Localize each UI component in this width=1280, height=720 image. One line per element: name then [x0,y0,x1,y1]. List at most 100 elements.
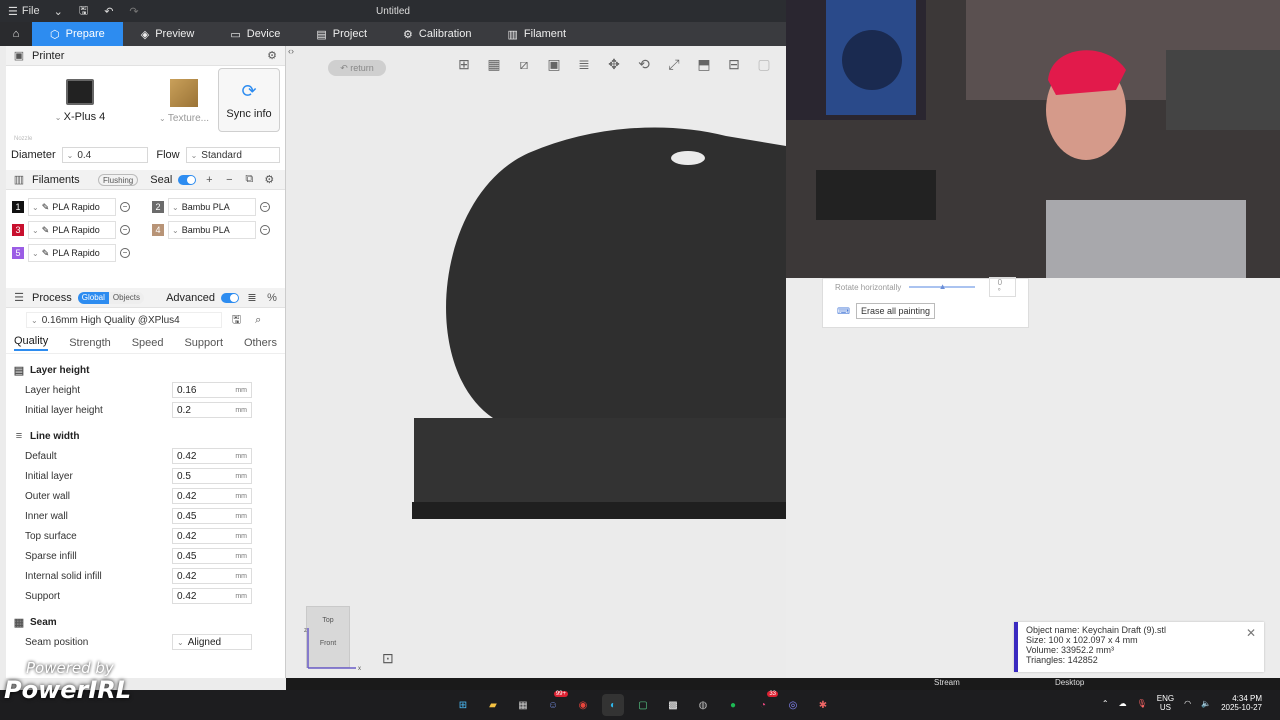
param-input[interactable]: 0.16 mm [172,382,252,398]
param-input[interactable]: 0.5 mm [172,468,252,484]
param-input[interactable]: 0.45 mm [172,548,252,564]
plate-selector[interactable]: ⌄ Texture... [156,68,212,134]
zoom-fit-icon[interactable]: ⊡ [382,650,394,667]
view-cube-top[interactable]: Top [307,617,349,624]
tab-support[interactable]: Support [184,337,223,349]
remove-icon[interactable]: − [120,248,130,258]
param-input[interactable]: 0.42 mm [172,448,252,464]
tab-quality[interactable]: Quality [14,335,49,351]
chrome-icon[interactable]: ◉ [572,694,594,716]
steam-icon[interactable]: ◍ [692,694,714,716]
undo-button[interactable]: ↶ [96,5,121,18]
sync-info-button[interactable]: ⟳ Sync info [218,68,280,132]
chevron-up-icon[interactable]: ⌃ [1102,699,1109,708]
tab-device[interactable]: ▭ Device [212,22,298,46]
param-row: Top surface 0.42 mm [6,526,285,546]
filament-select[interactable]: ⌄ Bambu PLA [168,198,256,216]
global-option[interactable]: Global [77,291,109,304]
scope-toggle[interactable]: Global Objects [77,291,144,304]
clock-date: 2025-10-27 [1221,703,1262,712]
filament-slot-2[interactable]: 2 ⌄ Bambu PLA − [152,198,270,216]
flow-select[interactable]: ⌄ Standard [185,147,280,163]
save-button[interactable]: 🖫 [71,2,96,21]
store-icon[interactable]: ▦ [512,694,534,716]
param-input[interactable]: 0.42 mm [172,568,252,584]
app-icon[interactable]: ▢ [632,694,654,716]
filament-select[interactable]: ⌄ ✎ PLA Rapido [28,244,116,262]
flushing-button[interactable]: Flushing [98,173,139,186]
remove-icon[interactable]: − [260,225,270,235]
erase-all-painting-button[interactable]: Erase all painting [856,303,936,319]
add-filament-icon[interactable]: + [202,173,216,187]
bambu-studio-icon[interactable]: ◎ [782,694,804,716]
printer-selector[interactable]: ⌄ X-Plus 4 [10,68,150,134]
rotate-value-input[interactable]: 0 ° [988,277,1016,297]
advanced-toggle[interactable] [221,292,239,303]
filaments-section-header: ▥ Filaments Flushing Seal + − ⧉ ⚙ [6,170,285,190]
redo-button[interactable]: ↷ [121,5,146,18]
windows-start-icon[interactable]: ⊞ [452,694,474,716]
speaker-icon[interactable]: 🔈 [1201,699,1211,708]
home-button[interactable]: ⌂ [0,22,32,46]
webcam-image [786,0,1280,278]
tab-speed[interactable]: Speed [132,337,164,349]
param-input[interactable]: 0.42 mm [172,528,252,544]
tab-prepare[interactable]: ⬡ Prepare [32,22,123,46]
spotify-icon[interactable]: ● [722,694,744,716]
filament-select[interactable]: ⌄ ✎ PLA Rapido [28,221,116,239]
seal-toggle[interactable] [178,174,197,185]
param-input[interactable]: 0.42 mm [172,588,252,604]
param-unit: mm [235,552,247,560]
objects-option[interactable]: Objects [108,291,144,304]
tab-others[interactable]: Others [244,337,277,349]
wifi-icon[interactable]: ◠ [1184,699,1191,708]
microphone-icon[interactable]: 🎙 [1137,699,1147,708]
param-input[interactable]: 0.2 mm [172,402,252,418]
remove-icon[interactable]: − [260,202,270,212]
rotate-slider[interactable]: ▲ [908,282,975,291]
filament-select[interactable]: ⌄ ✎ PLA Rapido [28,198,116,216]
seam-position-select[interactable]: ⌄ Aligned [172,634,252,650]
tab-preview[interactable]: ◈ Preview [123,22,213,46]
3d-viewport[interactable]: ‹› ↶ return ⊞ ▦ ⧄ ▣ ≣ ✥ ⟲ ⤢ ⬒ ⊟ ▢ Top Fr… [286,46,786,678]
clock[interactable]: 4:34 PM 2025-10-27 [1221,694,1262,712]
search-icon[interactable]: ⌕ [251,313,265,327]
remove-filament-icon[interactable]: − [222,173,236,187]
bg-app-icon[interactable]: ▩ [662,694,684,716]
save-preset-icon[interactable]: 🖫 [230,313,244,327]
list-icon[interactable]: ≣ [245,291,259,305]
model-object[interactable] [286,46,786,678]
filament-slot-4[interactable]: 4 ⌄ Bambu PLA − [152,221,270,239]
edge-icon[interactable]: ◐ [602,694,624,716]
gear-icon[interactable]: ⚙ [262,173,276,187]
param-row: Internal solid infill 0.42 mm [6,566,285,586]
language-indicator[interactable]: ENG US [1157,694,1174,712]
ams-icon[interactable]: ⧉ [242,173,256,187]
filament-slot-3[interactable]: 3 ⌄ ✎ PLA Rapido − [12,221,130,239]
process-preset-select[interactable]: ⌄ 0.16mm High Quality @XPlus4 [26,312,222,328]
compare-icon[interactable]: % [265,291,279,305]
tab-filament[interactable]: ▥ Filament [490,22,585,46]
messenger-icon[interactable]: ◔ 33 [752,691,778,716]
tab-project[interactable]: ▤ Project [298,22,385,46]
filament-select[interactable]: ⌄ Bambu PLA [168,221,256,239]
param-unit: mm [235,592,247,600]
object-size: Size: 100 x 102.097 x 4 mm [1026,635,1138,645]
filament-slot-1[interactable]: 1 ⌄ ✎ PLA Rapido − [12,198,130,216]
filament-slot-5[interactable]: 5 ⌄ ✎ PLA Rapido − [12,244,130,262]
param-input[interactable]: 0.42 mm [172,488,252,504]
paint-panel: Rotate horizontally ▲ 0 ° ⌨ Erase all pa… [822,277,1029,328]
obs-icon[interactable]: ✱ [812,694,834,716]
file-menu[interactable]: ☰ File ⌄ [0,5,71,18]
close-icon[interactable]: ✕ [1246,627,1256,639]
file-explorer-icon[interactable]: ▰ [482,694,504,716]
diameter-select[interactable]: ⌄ 0.4 [61,147,149,163]
tab-strength[interactable]: Strength [69,337,111,349]
gear-icon[interactable]: ⚙ [265,49,279,63]
param-input[interactable]: 0.45 mm [172,508,252,524]
tab-calibration[interactable]: ⚙ Calibration [385,22,489,46]
discord-icon[interactable]: ☺ 99+ [542,691,568,716]
remove-icon[interactable]: − [120,225,130,235]
cloud-icon[interactable]: ☁ [1119,699,1127,708]
remove-icon[interactable]: − [120,202,130,212]
